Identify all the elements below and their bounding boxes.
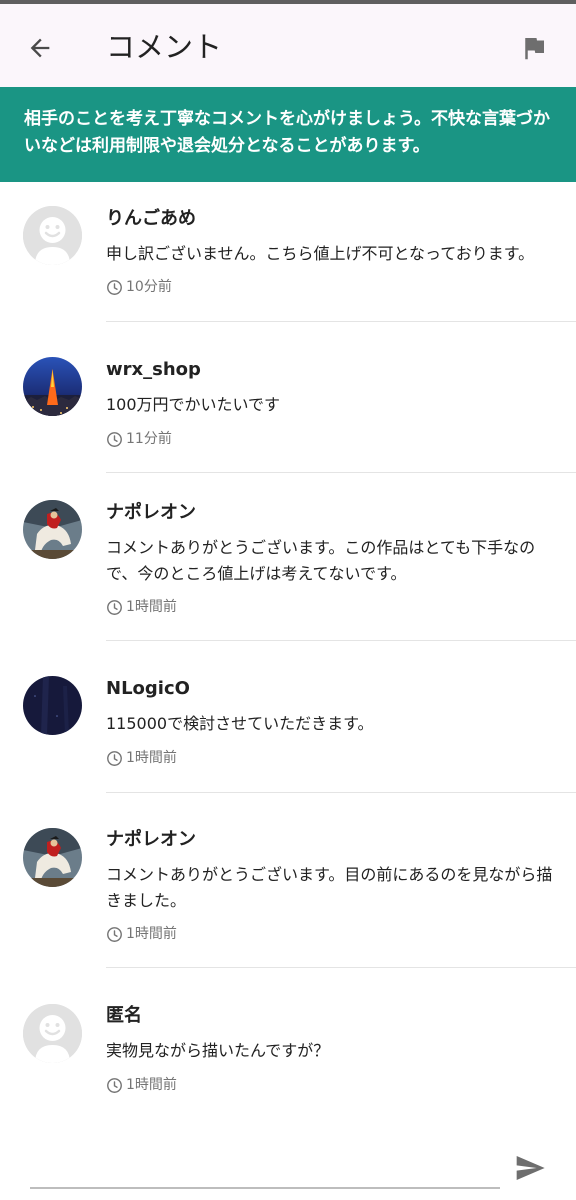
comment-timestamp: 1時間前 — [106, 598, 177, 616]
comment-username[interactable]: ナポレオン — [106, 501, 196, 525]
comment-username[interactable]: 匿名 — [106, 1004, 142, 1028]
comment-input[interactable] — [30, 1187, 500, 1189]
divider — [106, 472, 576, 473]
comment-timestamp: 11分前 — [106, 430, 172, 448]
comment-text: 100万円でかいたいです — [106, 395, 281, 414]
comment-timestamp: 1時間前 — [106, 749, 177, 767]
divider — [106, 321, 576, 322]
avatar[interactable] — [23, 1004, 82, 1063]
avatar[interactable] — [23, 500, 82, 559]
flag-icon — [525, 38, 544, 60]
comment-username[interactable]: wrx_shop — [106, 358, 201, 382]
arrow-left-icon — [30, 38, 50, 58]
page-title: コメント — [106, 30, 223, 64]
comment-text: 申し訳ございません。こちら値上げ不可となっております。 — [106, 244, 535, 263]
comment-text: コメントありがとうございます。目の前にあるのを見ながら描きました。 — [106, 865, 553, 910]
avatar[interactable] — [23, 206, 82, 265]
default-avatar-icon — [23, 1004, 82, 1063]
send-icon — [516, 1156, 545, 1180]
time-label: 10分前 — [126, 279, 172, 295]
comment-username[interactable]: ナポレオン — [106, 828, 196, 852]
napoleon-painting-icon — [23, 828, 82, 887]
comment-text: 115000で検討させていただきます。 — [106, 714, 374, 733]
comment-text: 実物見ながら描いたんですが？ — [106, 1041, 330, 1060]
comment-timestamp: 10分前 — [106, 278, 172, 296]
time-label: 11分前 — [126, 431, 172, 447]
time-label: 1時間前 — [126, 599, 177, 615]
comment-text: コメントありがとうございます。この作品はとても下手なので、今のところ値上げは考え… — [106, 538, 536, 583]
comment-username[interactable]: りんごあめ — [106, 207, 196, 231]
avatar[interactable] — [23, 676, 82, 735]
divider — [106, 640, 576, 641]
report-button[interactable] — [514, 28, 554, 68]
comment-timestamp: 1時間前 — [106, 1076, 177, 1094]
time-label: 1時間前 — [126, 750, 177, 766]
default-avatar-icon — [23, 206, 82, 265]
clock-icon — [107, 431, 122, 447]
time-label: 1時間前 — [126, 1077, 177, 1093]
clock-icon — [107, 279, 122, 295]
comment-timestamp: 1時間前 — [106, 925, 177, 943]
avatar[interactable] — [23, 357, 82, 416]
guideline-notice: 相手のことを考え丁寧なコメントを心がけましょう。不快な言葉づかいなどは利用制限や… — [0, 87, 576, 182]
clock-icon — [107, 750, 122, 766]
avatar[interactable] — [23, 828, 82, 887]
divider — [106, 967, 576, 968]
time-label: 1時間前 — [126, 926, 177, 942]
clock-icon — [107, 926, 122, 942]
divider — [106, 792, 576, 793]
comment-username[interactable]: NLogicO — [106, 677, 190, 701]
clock-icon — [107, 599, 122, 615]
send-button[interactable] — [510, 1148, 550, 1188]
dark-image-icon — [23, 676, 82, 735]
clock-icon — [107, 1077, 122, 1093]
tokyo-tower-photo-icon — [23, 357, 82, 416]
napoleon-painting-icon — [23, 500, 82, 559]
back-button[interactable] — [20, 28, 60, 68]
app-bar: コメント — [0, 4, 576, 87]
